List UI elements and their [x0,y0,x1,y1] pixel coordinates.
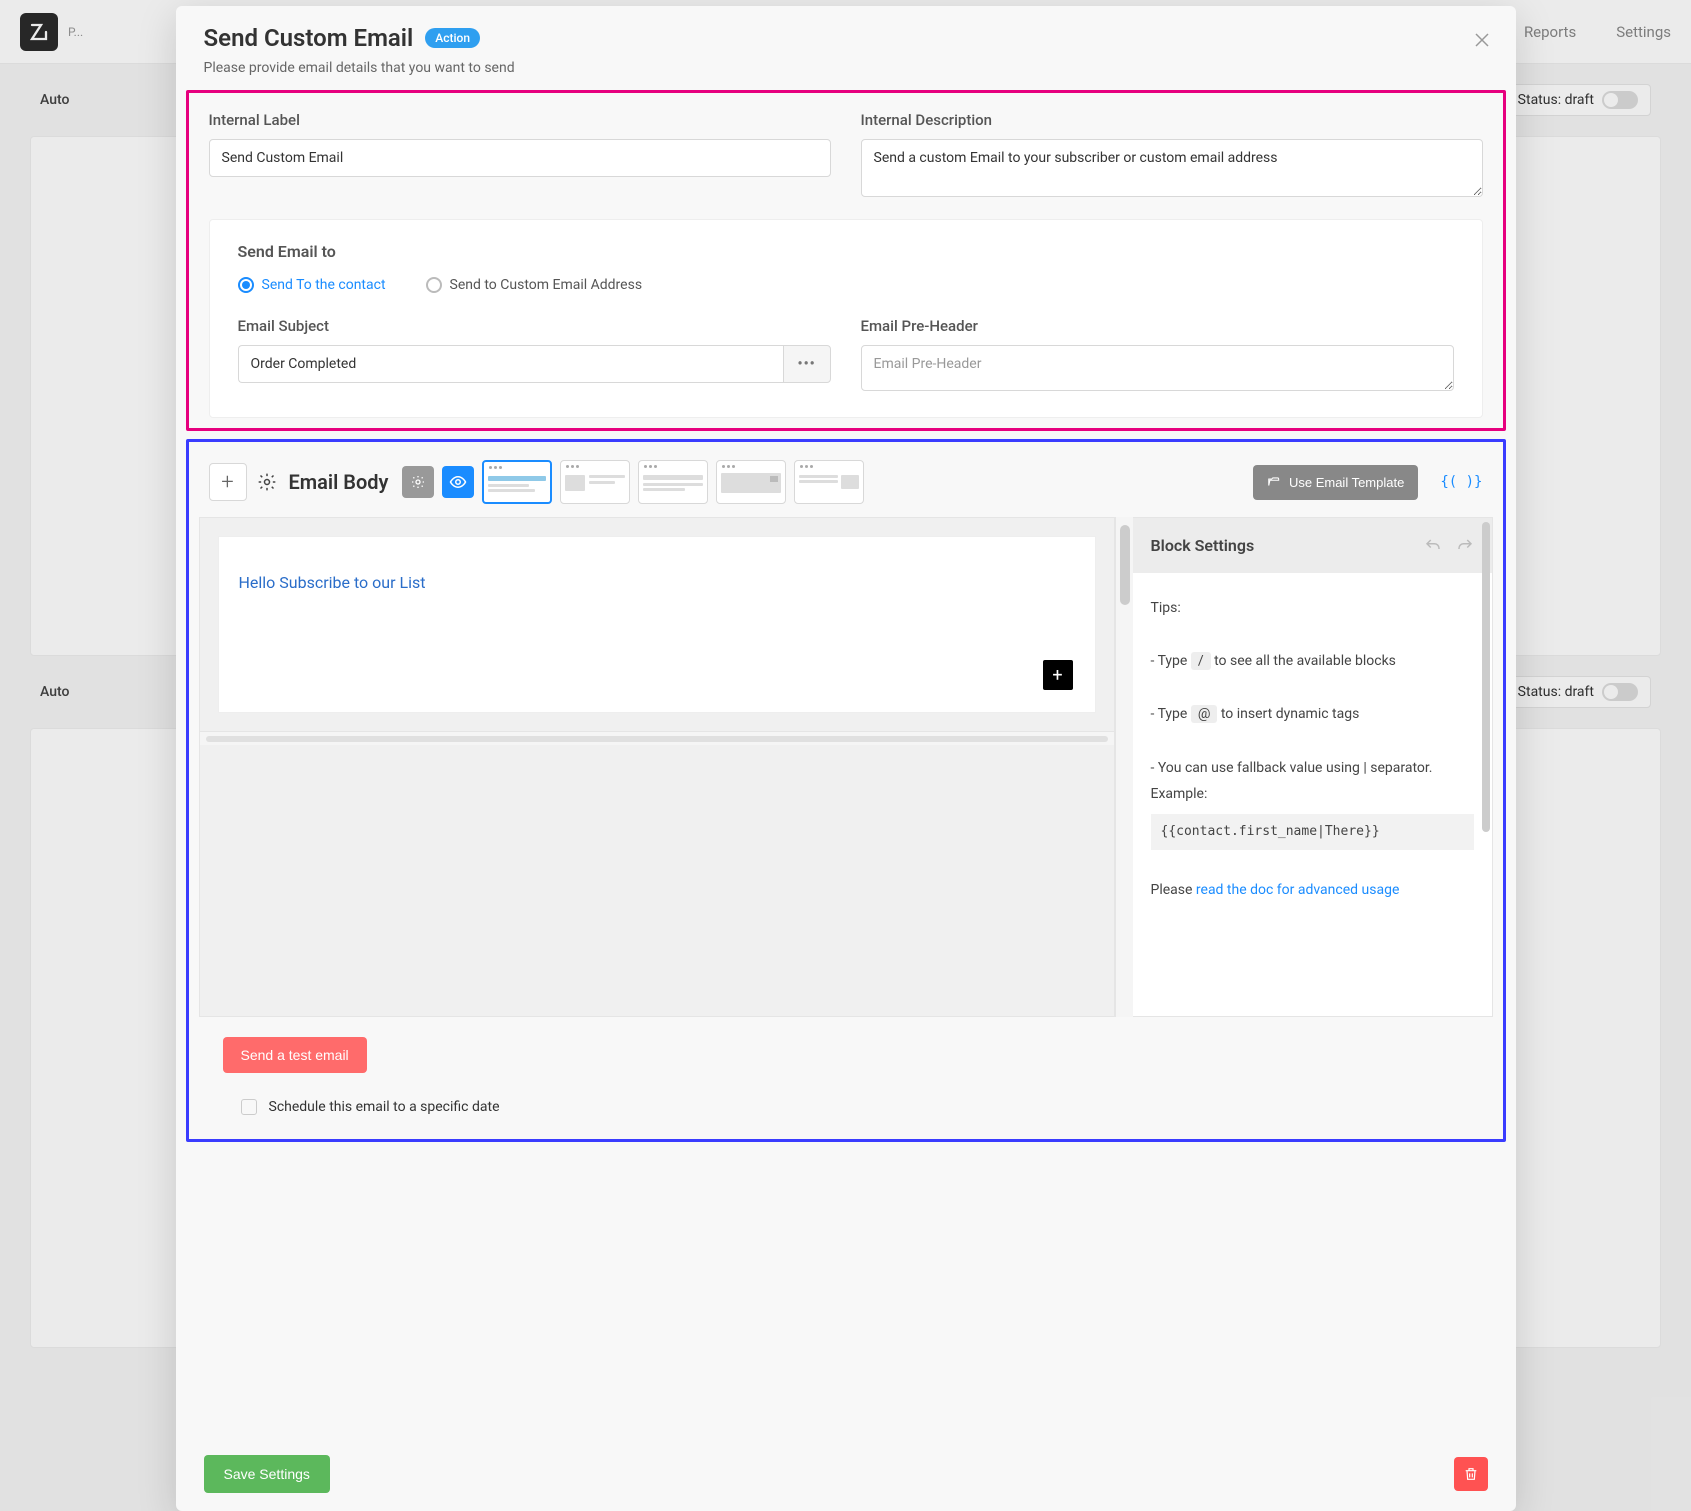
schedule-label: Schedule this email to a specific date [269,1099,500,1115]
editor-settings-button[interactable] [402,466,434,498]
preheader-textarea[interactable] [861,345,1454,391]
use-template-label: Use Email Template [1289,475,1404,490]
radio-icon [238,277,254,293]
modal-subtitle: Please provide email details that you wa… [204,60,1488,76]
gear-icon [410,474,426,490]
layout-option-2[interactable] [560,460,630,504]
undo-icon [1424,537,1442,555]
folder-open-icon [1267,475,1281,489]
add-block-button[interactable]: + [209,463,247,501]
preview-button[interactable] [442,466,474,498]
modal-title: Send Custom Email [204,24,414,52]
schedule-row: Schedule this email to a specific date [199,1073,1493,1115]
docs-link[interactable]: read the doc for advanced usage [1196,882,1399,898]
preheader-label: Email Pre-Header [861,317,1454,335]
tip-1: - Type / to see all the available blocks [1151,648,1474,675]
smartcode-toggle[interactable]: {( )} [1440,474,1482,490]
radio-icon [426,277,442,293]
modal-footer: Save Settings [176,1437,1516,1511]
radio-label: Send to Custom Email Address [450,277,643,293]
layout-option-5[interactable] [794,460,864,504]
block-settings-panel: Block Settings Tips: [1133,517,1493,1017]
block-add-button[interactable]: + [1043,660,1073,690]
config-section: Internal Label Internal Description Send… [186,90,1506,431]
radio-send-to-contact[interactable]: Send To the contact [238,277,386,293]
modal: Send Custom Email Action Please provide … [176,6,1516,1511]
ellipsis-icon: ••• [798,356,816,372]
send-settings-box: Send Email to Send To the contact Send t… [209,219,1483,418]
settings-scrollbar[interactable] [1482,522,1490,832]
close-button[interactable] [1470,28,1494,52]
redo-button[interactable] [1456,537,1474,555]
gear-icon [257,472,277,492]
tip-2: - Type @ to insert dynamic tags [1151,701,1474,728]
tip-3-code: {{contact.first_name|There}} [1151,814,1474,851]
send-test-email-button[interactable]: Send a test email [223,1037,367,1073]
email-toolbar: + Email Body [199,452,1493,516]
layout-option-3[interactable] [638,460,708,504]
editor-text[interactable]: Hello Subscribe to our List [239,573,1075,592]
email-body-section: + Email Body [186,439,1506,1142]
subject-smartcode-button[interactable]: ••• [783,345,831,383]
tips-heading: Tips: [1151,595,1474,622]
subject-input[interactable] [238,345,783,383]
plus-icon: + [221,470,233,495]
radio-send-to-custom[interactable]: Send to Custom Email Address [426,277,643,293]
settings-icon-button[interactable] [255,470,279,494]
send-to-heading: Send Email to [238,242,1454,261]
vertical-scrollbar[interactable] [1115,517,1133,1017]
save-settings-button[interactable]: Save Settings [204,1455,330,1493]
undo-button[interactable] [1424,537,1442,555]
internal-desc-label: Internal Description [861,111,1483,129]
action-badge: Action [425,28,480,48]
editor-canvas[interactable]: Hello Subscribe to our List + [199,517,1115,1017]
redo-icon [1456,537,1474,555]
settings-body: Tips: - Type / to see all the available … [1133,573,1492,926]
subject-label: Email Subject [238,317,831,335]
slash-key: / [1191,652,1211,670]
horizontal-scrollbar[interactable] [200,731,1114,745]
schedule-checkbox[interactable] [241,1099,257,1115]
settings-title: Block Settings [1151,536,1255,555]
radio-label: Send To the contact [262,277,386,293]
at-key: @ [1191,705,1218,723]
layout-option-4[interactable] [716,460,786,504]
delete-button[interactable] [1454,1457,1488,1491]
editor-row: Hello Subscribe to our List + [199,516,1493,1017]
email-body-label: Email Body [289,470,389,494]
internal-desc-textarea[interactable]: Send a custom Email to your subscriber o… [861,139,1483,197]
plus-icon: + [1052,665,1062,686]
modal-body: Internal Label Internal Description Send… [176,86,1516,1437]
tip-3: - You can use fallback value using | sep… [1151,755,1474,808]
close-icon [1475,33,1489,47]
use-template-button[interactable]: Use Email Template [1253,465,1418,500]
layout-option-1[interactable] [482,460,552,504]
internal-label-input[interactable] [209,139,831,177]
modal-header: Send Custom Email Action Please provide … [176,6,1516,86]
tip-4: Please read the doc for advanced usage [1151,877,1474,904]
trash-icon [1463,1466,1479,1482]
editor-content-block[interactable]: Hello Subscribe to our List + [218,536,1096,713]
internal-label-label: Internal Label [209,111,831,129]
modal-overlay: Send Custom Email Action Please provide … [0,0,1691,1511]
settings-header: Block Settings [1133,518,1492,573]
eye-icon [449,473,467,491]
